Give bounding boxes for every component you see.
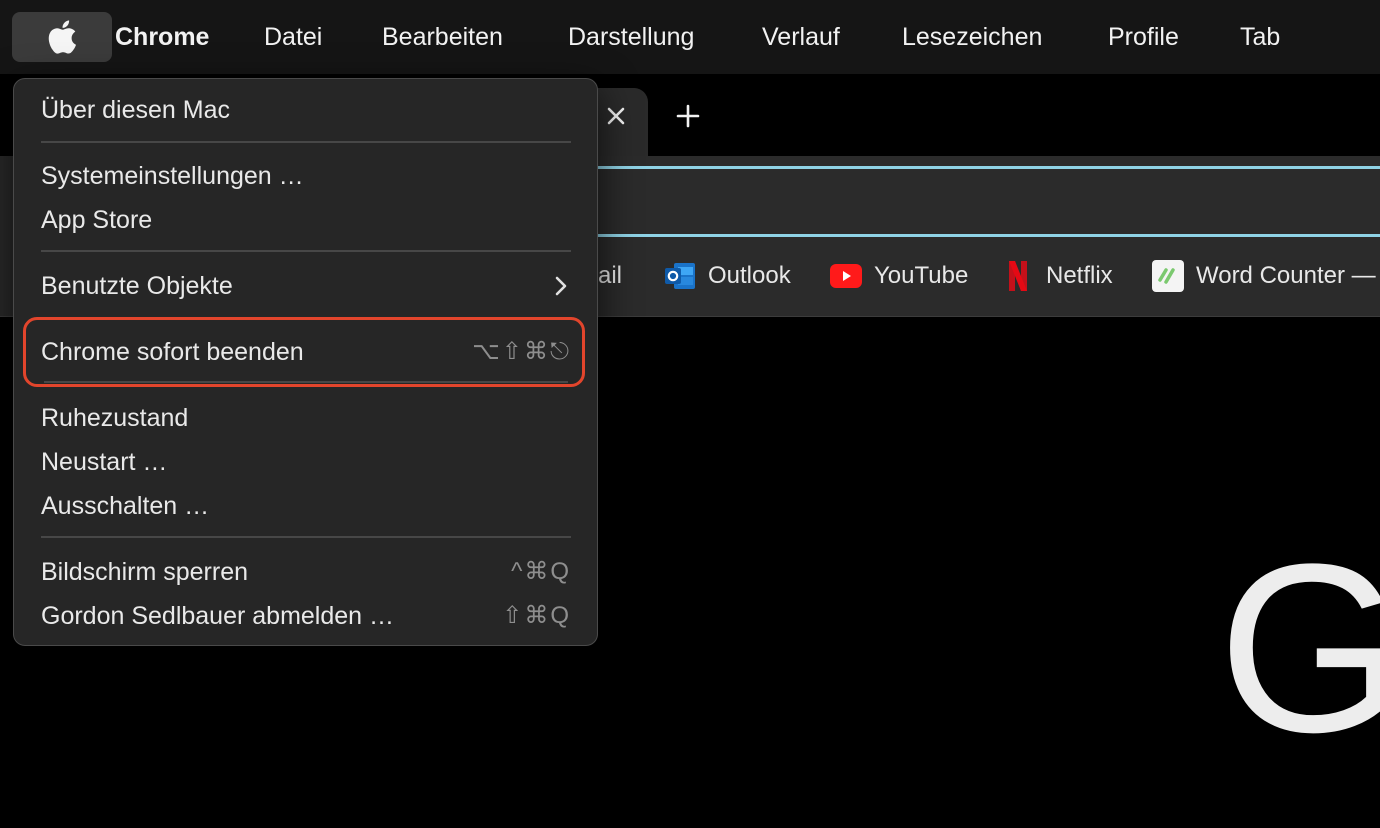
menu-item-shut-down[interactable]: Ausschalten … [41,486,209,526]
lock-screen-shortcut: ^⌘Q [511,558,571,585]
bookmark-label: YouTube [874,262,969,289]
log-out-shortcut: ⇧⌘Q [502,602,571,629]
menu-verlauf[interactable]: Verlauf [762,0,840,74]
bookmark-gmail[interactable]: ail [598,252,622,300]
menu-separator [41,250,571,252]
bookmark-word-counter[interactable]: Word Counter — [1152,252,1376,300]
menu-item-lock-screen[interactable]: Bildschirm sperren [41,552,248,592]
apple-menu-dropdown: Über diesen Mac Systemeinstellungen … Ap… [13,78,598,646]
bookmark-label: Netflix [1046,262,1113,289]
force-quit-shortcut: ⌥⇧⌘⎋ [472,338,571,365]
menu-lesezeichen[interactable]: Lesezeichen [902,0,1042,74]
menu-item-force-quit[interactable]: Chrome sofort beenden [41,332,304,372]
menu-item-restart[interactable]: Neustart … [41,442,167,482]
bookmark-netflix[interactable]: Netflix [1002,252,1113,300]
menu-item-app-store[interactable]: App Store [41,200,152,240]
google-logo-partial: Go [1218,514,1380,782]
apple-logo-icon [48,20,76,54]
menu-darstellung[interactable]: Darstellung [568,0,694,74]
menu-item-log-out[interactable]: Gordon Sedlbauer abmelden … [41,596,394,636]
accent-line-bottom [598,234,1380,237]
menu-item-recent-items[interactable]: Benutzte Objekte [41,266,233,306]
menu-bearbeiten[interactable]: Bearbeiten [382,0,503,74]
menu-separator [41,141,571,143]
new-tab-button[interactable] [668,96,708,136]
bookmark-label: Word Counter — [1196,262,1376,289]
outlook-icon [664,260,696,292]
plus-icon [676,104,700,128]
screen: ail Outlook YouTube Netflix Word Counter… [0,0,1380,828]
menu-profile[interactable]: Profile [1108,0,1179,74]
menu-tab[interactable]: Tab [1240,0,1280,74]
bookmark-label: Outlook [708,262,791,289]
apple-menu-button[interactable] [12,12,112,62]
menu-datei[interactable]: Datei [264,0,322,74]
netflix-icon [1002,260,1034,292]
chevron-right-icon [555,276,567,296]
bookmark-outlook[interactable]: Outlook [664,252,791,300]
menu-chrome[interactable]: Chrome [115,0,209,74]
menu-item-about-this-mac[interactable]: Über diesen Mac [41,90,230,130]
menu-separator [44,381,568,383]
menu-item-system-settings[interactable]: Systemeinstellungen … [41,156,304,196]
menu-item-sleep[interactable]: Ruhezustand [41,398,188,438]
menu-separator [41,536,571,538]
youtube-icon [830,260,862,292]
accent-line-top [598,166,1380,169]
tab-close-button[interactable] [600,96,632,136]
bookmark-youtube[interactable]: YouTube [830,252,968,300]
bookmark-label: ail [598,262,623,289]
close-icon [607,107,625,125]
menu-bar: Chrome Datei Bearbeiten Darstellung Verl… [0,0,1380,74]
word-counter-icon [1152,260,1184,292]
